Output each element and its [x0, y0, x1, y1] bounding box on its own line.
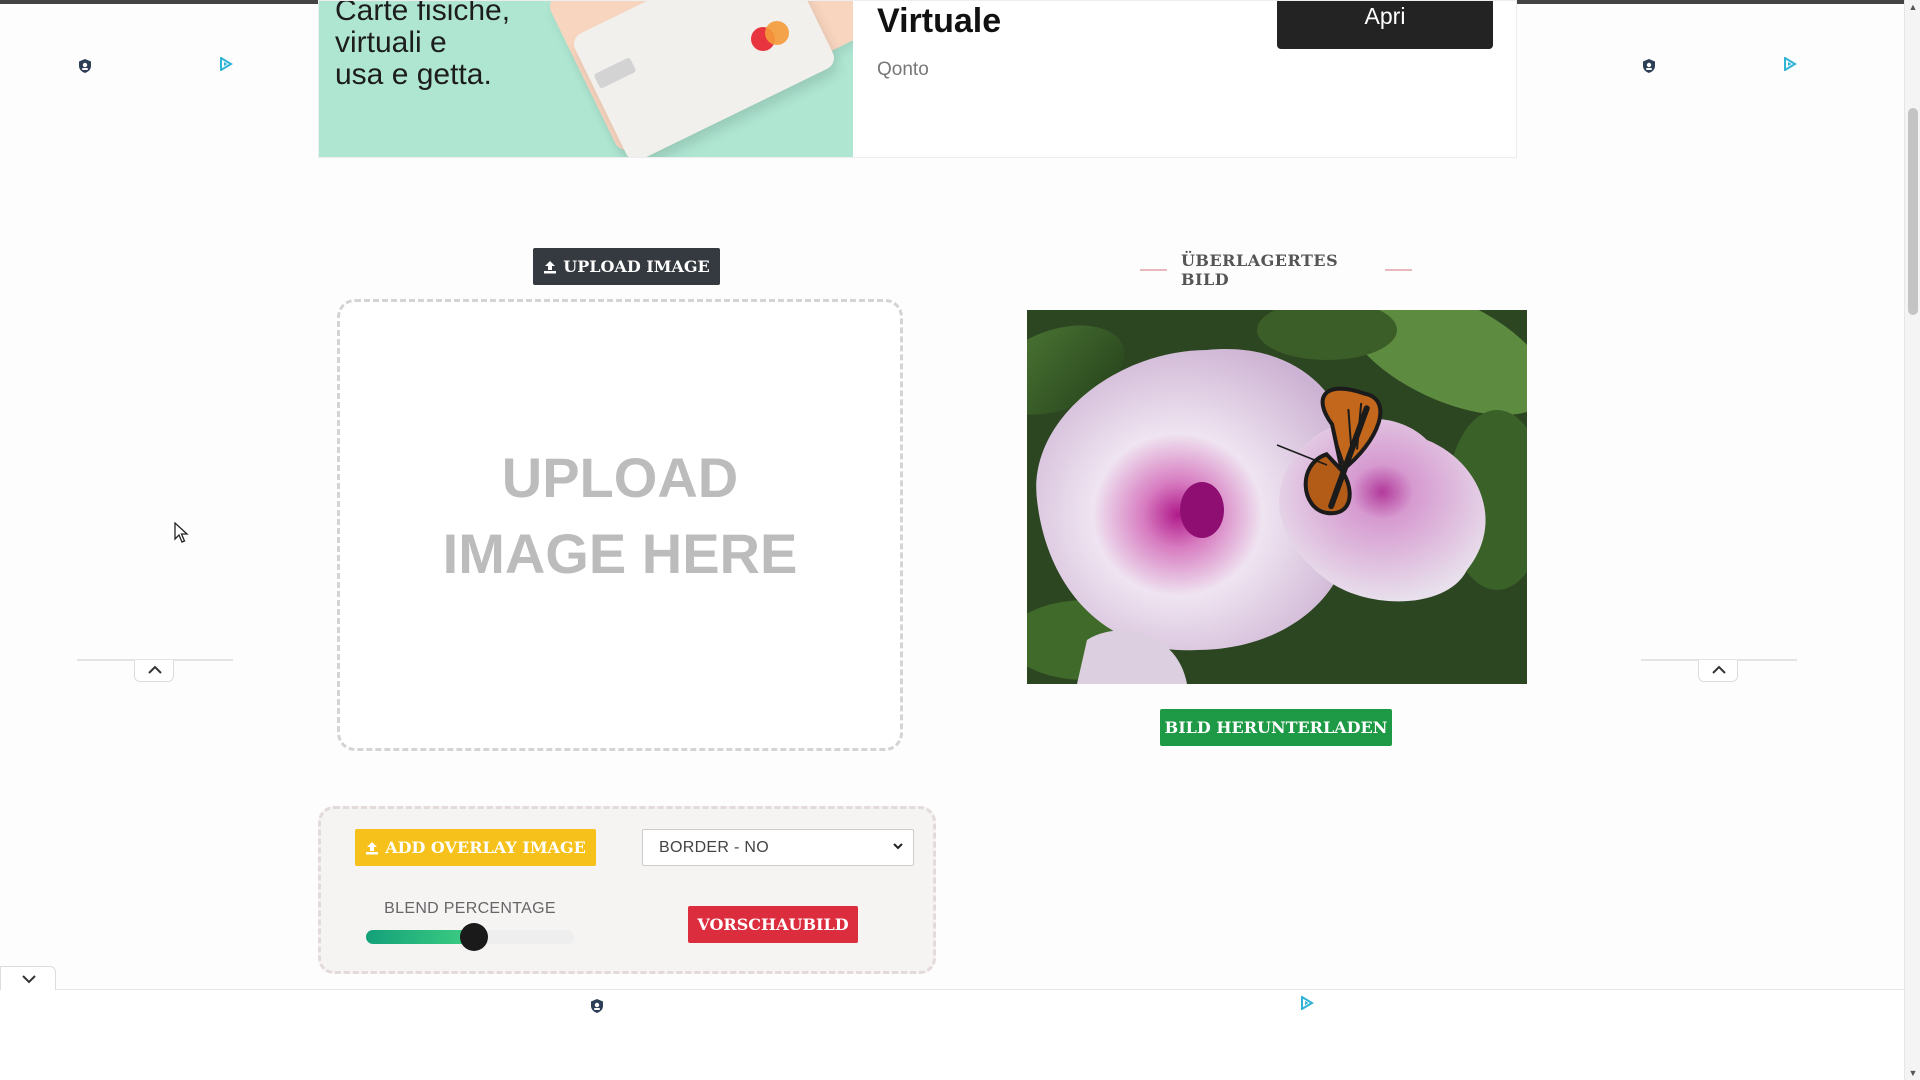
blend-slider-fill	[366, 930, 475, 944]
ad-title[interactable]: Virtuale	[877, 1, 1001, 41]
page-scrollbar[interactable]: ▲ ▼	[1904, 0, 1920, 1080]
blend-slider-handle[interactable]	[460, 923, 489, 951]
dropzone-placeholder: UPLOAD IMAGE HERE	[442, 446, 798, 585]
right-ad-collapse-button[interactable]	[1698, 660, 1738, 682]
upload-image-button-label: UPLOAD IMAGE	[563, 257, 710, 276]
chevron-down-icon	[893, 843, 903, 850]
result-heading: ÜBERLAGERTES BILD	[1140, 251, 1412, 289]
upload-icon	[544, 260, 557, 273]
adchoices-icon[interactable]	[1783, 57, 1797, 71]
top-ad-banner[interactable]: Carte fisiche, virtuali e usa e getta. V…	[318, 0, 1517, 158]
result-heading-text: ÜBERLAGERTES BILD	[1180, 251, 1339, 289]
ad-open-button[interactable]: Apri	[1277, 1, 1493, 49]
upload-icon	[366, 841, 379, 854]
left-ad-collapse-button[interactable]	[134, 660, 174, 682]
bottom-ad-collapse-button[interactable]	[0, 966, 56, 990]
bottom-ad-bar[interactable]	[0, 989, 1904, 1080]
mastercard-logo-orange	[765, 21, 789, 45]
border-select-value: BORDER - NO	[659, 838, 769, 856]
heading-line-left	[1140, 269, 1167, 271]
ad-brand[interactable]: Qonto	[877, 59, 929, 81]
chevron-up-icon	[148, 665, 162, 674]
ad-image[interactable]: Carte fisiche, virtuali e usa e getta.	[319, 1, 853, 157]
mouse-cursor-icon	[174, 522, 189, 543]
add-overlay-image-button-label: ADD OVERLAY IMAGE	[385, 838, 586, 857]
shield-icon[interactable]	[77, 58, 93, 74]
chevron-up-icon	[1712, 665, 1726, 674]
download-image-button[interactable]: BILD HERUNTERLADEN	[1160, 709, 1392, 746]
ad-image-text: Carte fisiche, virtuali e usa e getta.	[335, 1, 511, 91]
upload-dropzone[interactable]: UPLOAD IMAGE HERE	[337, 299, 903, 751]
overlay-result-image	[1027, 310, 1527, 684]
blend-percentage-slider[interactable]	[366, 923, 574, 951]
upload-image-button[interactable]: UPLOAD IMAGE	[533, 248, 720, 285]
adchoices-icon[interactable]	[219, 57, 233, 71]
preview-button[interactable]: VORSCHAUBILD	[688, 906, 858, 943]
preview-button-label: VORSCHAUBILD	[697, 915, 849, 934]
border-select[interactable]: BORDER - NO	[642, 829, 914, 866]
download-image-button-label: BILD HERUNTERLADEN	[1164, 718, 1388, 737]
blend-percentage-label: BLEND PERCENTAGE	[384, 900, 556, 917]
add-overlay-image-button[interactable]: ADD OVERLAY IMAGE	[355, 829, 596, 866]
adchoices-icon[interactable]	[1300, 996, 1314, 1010]
scroll-down-arrow[interactable]: ▼	[1905, 1066, 1920, 1080]
shield-icon[interactable]	[1641, 58, 1657, 74]
chevron-down-icon	[22, 975, 36, 984]
scrollbar-thumb[interactable]	[1908, 108, 1918, 315]
flower-butterfly-illustration	[1027, 310, 1527, 684]
scroll-up-arrow[interactable]: ▲	[1905, 0, 1920, 14]
heading-line-right	[1385, 269, 1412, 271]
shield-icon[interactable]	[589, 998, 605, 1014]
